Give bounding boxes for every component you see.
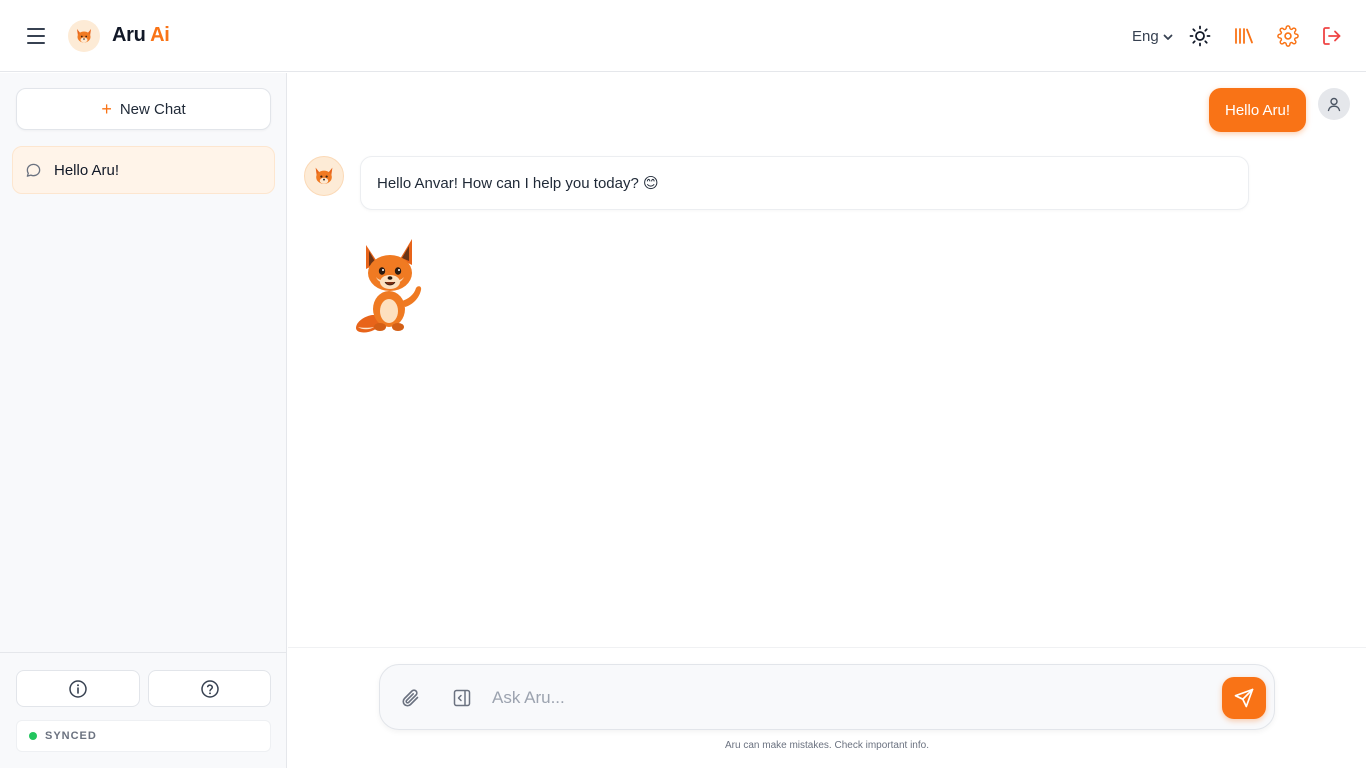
gear-icon[interactable] (1277, 25, 1299, 47)
panel-toggle-icon[interactable] (451, 687, 473, 709)
library-icon[interactable] (1233, 25, 1255, 47)
chevron-down-icon (1163, 34, 1173, 40)
sidebar: + New Chat Hello Aru! SYNCED (0, 73, 287, 768)
disclaimer-text: Aru can make mistakes. Check important i… (725, 740, 929, 751)
send-button[interactable] (1222, 677, 1266, 719)
sync-status-label: SYNCED (45, 730, 97, 742)
chat-bubble-icon (26, 163, 41, 177)
assistant-message-text: Hello Anvar! How can I help you today? 😊 (377, 175, 659, 192)
help-icon (200, 679, 219, 698)
app-header: Aru Ai Eng (0, 0, 1366, 72)
user-avatar[interactable] (1318, 88, 1350, 120)
assistant-message: Hello Anvar! How can I help you today? 😊 (360, 156, 1249, 210)
language-label: Eng (1132, 28, 1159, 45)
send-icon (1234, 688, 1254, 708)
composer-area: Aru can make mistakes. Check important i… (288, 647, 1366, 768)
fox-logo-icon (68, 20, 100, 52)
fox-avatar-icon (315, 167, 333, 184)
new-chat-button[interactable]: + New Chat (16, 88, 271, 130)
chat-history-title: Hello Aru! (54, 161, 120, 179)
user-message-text: Hello Aru! (1225, 101, 1291, 119)
logout-icon[interactable] (1321, 25, 1343, 47)
sync-status: SYNCED (16, 720, 271, 752)
message-composer (379, 664, 1275, 730)
fox-mascot-sticker (356, 239, 422, 333)
chat-main: Hello Aru! Hello Anvar! How can I help y… (288, 73, 1366, 768)
sun-icon[interactable] (1189, 25, 1211, 47)
chat-history-item[interactable]: Hello Aru! (12, 146, 275, 194)
app-name-accent: Ai (150, 24, 170, 46)
info-icon (69, 679, 87, 698)
status-dot-icon (29, 732, 37, 740)
plus-icon: + (101, 99, 112, 119)
new-chat-label: New Chat (119, 100, 186, 118)
paperclip-icon[interactable] (400, 687, 422, 709)
language-select[interactable]: Eng (1132, 28, 1174, 45)
app-name-main: Aru (112, 24, 146, 46)
menu-icon[interactable] (22, 22, 50, 50)
user-message: Hello Aru! (1209, 88, 1307, 132)
help-button[interactable] (148, 670, 271, 707)
info-button[interactable] (16, 670, 140, 707)
user-icon (1327, 97, 1341, 112)
assistant-avatar (304, 156, 344, 196)
app-logo-text: Aru Ai (112, 24, 170, 47)
message-input[interactable] (492, 683, 1212, 713)
sidebar-footer: SYNCED (0, 652, 287, 768)
